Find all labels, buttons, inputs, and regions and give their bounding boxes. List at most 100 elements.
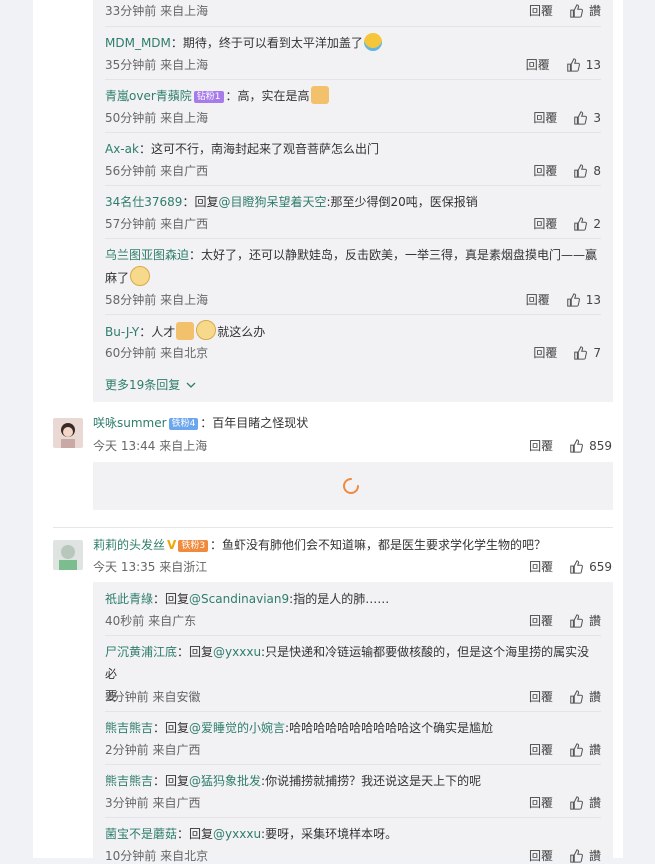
reply-button[interactable]: 回覆: [529, 741, 553, 758]
mention-link[interactable]: @爱睡觉的小婉言: [189, 721, 285, 735]
like-button[interactable]: 讚: [569, 612, 601, 629]
avatar[interactable]: [53, 418, 83, 448]
user-nickname[interactable]: 菌宝不是蘑菇: [105, 827, 177, 841]
user-nickname[interactable]: 熊吉熊吉: [105, 721, 153, 735]
user-nickname[interactable]: 祇此青綠: [105, 592, 153, 606]
like-count: 13: [585, 292, 601, 307]
avatar[interactable]: [53, 540, 83, 570]
mention-link[interactable]: @yxxxu: [213, 827, 261, 841]
thumbs-up-icon: [570, 795, 583, 810]
reply-button[interactable]: 回覆: [529, 688, 553, 705]
comment-meta: 今天 13:44 来自上海: [93, 439, 208, 453]
thumbs-up-icon: [570, 559, 584, 574]
reply-button[interactable]: 回覆: [529, 847, 553, 864]
mention-link[interactable]: @猛犸象批发: [189, 774, 261, 788]
reply-meta: 40秒前 来自广东: [105, 614, 197, 628]
like-button[interactable]: 讚: [569, 847, 601, 864]
like-button[interactable]: 859: [569, 439, 612, 453]
reply-meta: 50分钟前 来自上海: [105, 111, 209, 125]
like-button[interactable]: 2: [573, 217, 601, 231]
user-nickname[interactable]: 青嵐over青蘋院: [105, 89, 192, 103]
reply-text: 青嵐over青蘋院 钻粉1 ：高，实在是高: [105, 85, 601, 107]
reply-meta: 10分钟前 来自北京: [105, 849, 209, 863]
comment-text: 咲咏summer 铁粉4 ：百年目睹之怪现状: [93, 416, 309, 430]
reply-meta: 57分钟前 来自广西: [105, 217, 209, 231]
reply-button[interactable]: 回覆: [529, 558, 553, 575]
reply-meta: 56分钟前 来自广西: [105, 164, 209, 178]
like-count: 3: [593, 110, 601, 125]
fan-badge: 钻粉1: [193, 91, 224, 103]
thumbs-up-icon: [570, 438, 584, 453]
reply-text: MDM_MDM：期待，终于可以看到太平洋加盖了: [105, 32, 601, 54]
thumbs-up-icon: [574, 110, 588, 125]
comment-text: 莉莉的头发丝 V 铁粉3 ：鱼虾没有肺他们会不知道嘛，都是医生要求学化学生物的吧？: [93, 538, 547, 552]
user-nickname[interactable]: MDM_MDM: [105, 36, 171, 50]
like-button[interactable]: 8: [573, 164, 601, 178]
like-count: 859: [589, 438, 612, 453]
more-replies-link[interactable]: 更多19条回复: [105, 376, 196, 393]
cat-face-icon: [196, 320, 217, 340]
reply-button[interactable]: 回覆: [526, 56, 550, 73]
reply-text: 乌兰图亚图森迫：太好了，还可以静默娃岛，反击欧美，一举三得，真是素烟盘摸电门——…: [105, 248, 598, 286]
reply-button[interactable]: 回覆: [533, 215, 557, 232]
fan-badge: 铁粉3: [178, 540, 209, 552]
reply-button[interactable]: 回覆: [526, 291, 550, 308]
reply-text: 熊吉熊吉：回复@爱睡觉的小婉言:哈哈哈哈哈哈哈哈哈哈这个确实是尴尬: [105, 721, 494, 735]
user-nickname[interactable]: 咲咏summer: [93, 416, 167, 430]
reply-text: 34名仕37689：回复@目瞪狗呆望着天空:那至少得倒20吨，医保报销: [105, 195, 478, 209]
like-button[interactable]: 讚: [569, 741, 601, 758]
loading-replies: [93, 462, 613, 510]
reply-button[interactable]: 回覆: [533, 344, 557, 361]
crying-face-icon: [363, 33, 382, 51]
mention-link[interactable]: @目瞪狗呆望着天空: [218, 195, 326, 209]
thumbs-up-icon: [574, 216, 588, 231]
user-nickname[interactable]: 莉莉的头发丝: [93, 538, 165, 552]
like-button[interactable]: 7: [573, 346, 601, 360]
user-nickname[interactable]: 熊吉熊吉: [105, 774, 153, 788]
reply-button[interactable]: 回覆: [529, 612, 553, 629]
like-button[interactable]: 13: [566, 293, 601, 307]
reply-meta: 2分钟前 来自安徽: [105, 690, 201, 704]
like-button[interactable]: 3: [573, 111, 601, 125]
user-nickname[interactable]: 34名仕37689: [105, 195, 182, 209]
reply-button[interactable]: 回覆: [529, 437, 553, 454]
thumbs-up-icon: [570, 3, 583, 18]
like-button[interactable]: 659: [569, 560, 612, 574]
reply-meta: 2分钟前 来自广西: [105, 743, 201, 757]
comment-separator: [53, 527, 613, 528]
thumbs-up-icon: [570, 742, 583, 757]
thumbs-up-icon: [574, 345, 588, 360]
thumbs-up-icon: [566, 292, 580, 307]
fan-badge: 铁粉4: [168, 418, 199, 430]
like-count: 659: [589, 559, 612, 574]
like-button[interactable]: 讚: [569, 794, 601, 811]
like-button[interactable]: 讚: [569, 2, 601, 19]
thumbs-up-icon: [570, 689, 583, 704]
reply-button[interactable]: 回覆: [533, 162, 557, 179]
user-nickname[interactable]: 尸沉黄浦江底: [105, 645, 177, 659]
reply-button[interactable]: 回覆: [529, 2, 553, 19]
like-count: 8: [593, 163, 601, 178]
thumbs-up-icon: [574, 163, 588, 178]
user-nickname[interactable]: Bu-J-Y: [105, 325, 139, 339]
comment-meta: 今天 13:35 来自浙江: [93, 560, 208, 574]
thumbs-up-icon: [566, 57, 580, 72]
user-nickname[interactable]: 乌兰图亚图森迫: [105, 248, 189, 262]
mention-link[interactable]: @yxxxu: [213, 645, 261, 659]
chevron-down-icon: [186, 382, 196, 388]
user-nickname[interactable]: Ax-ak: [105, 142, 139, 156]
reply-meta: 35分钟前 来自上海: [105, 58, 209, 72]
mention-link[interactable]: @Scandinavian9: [189, 592, 289, 606]
like-button[interactable]: 讚: [569, 688, 601, 705]
like-button[interactable]: 13: [566, 58, 601, 72]
loading-spinner-icon: [343, 478, 359, 494]
reply-button[interactable]: 回覆: [533, 109, 557, 126]
cat-face-icon: [130, 266, 151, 286]
thumbs-up-icon: [570, 613, 583, 628]
reply-meta: 33分钟前 来自上海: [105, 4, 209, 18]
reply-button[interactable]: 回覆: [529, 794, 553, 811]
reply-text: Ax-ak：这可不行，南海封起来了观音菩萨怎么出门: [105, 142, 379, 156]
reply-thread-3: 祇此青綠：回复@Scandinavian9:指的是人的肺…… 40秒前 来自广东…: [93, 582, 613, 863]
reply-text: 祇此青綠：回复@Scandinavian9:指的是人的肺……: [105, 592, 390, 606]
vip-badge: V: [167, 538, 177, 552]
